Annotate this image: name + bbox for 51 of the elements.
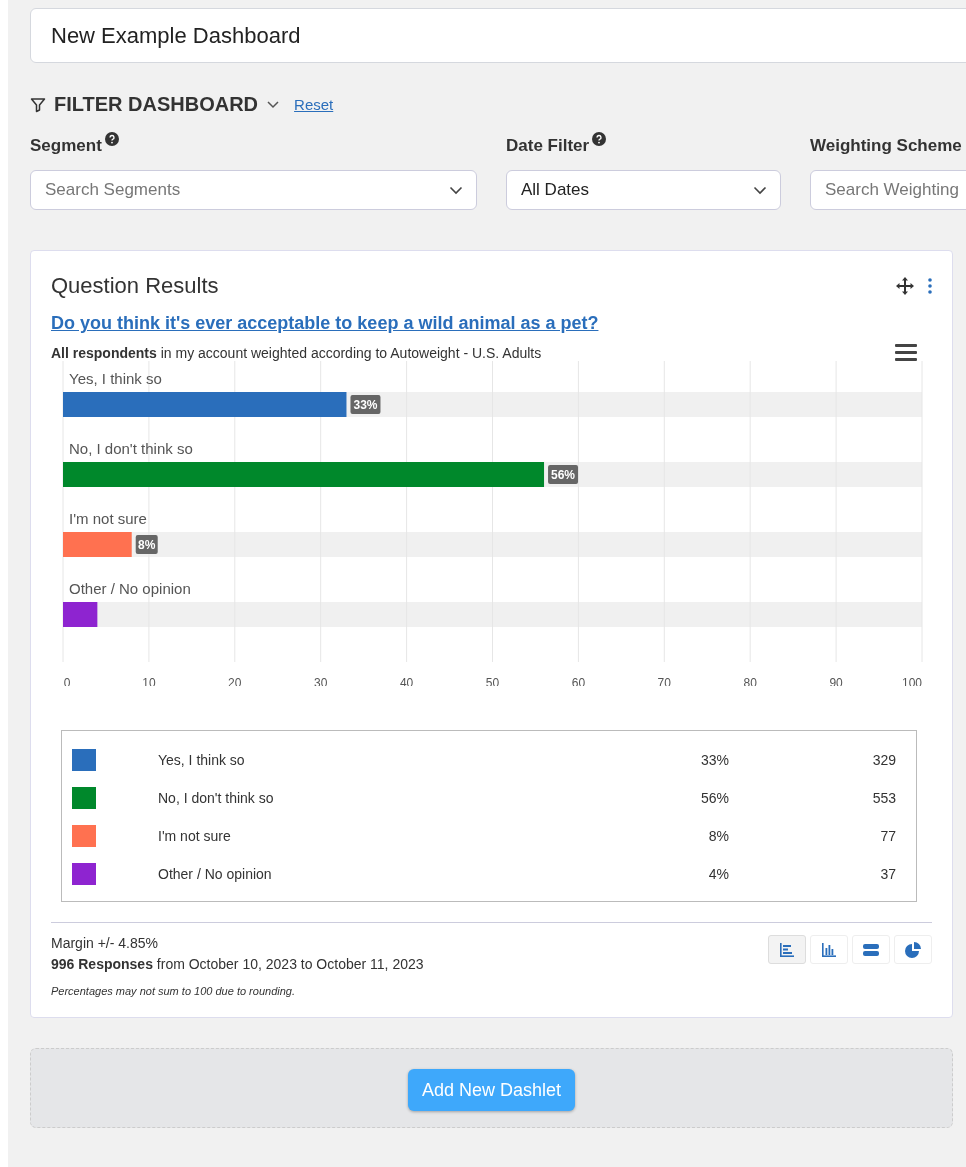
legend-label: No, I don't think so xyxy=(158,790,275,806)
more-options-icon[interactable] xyxy=(928,278,932,294)
responses-text: 996 Responses from October 10, 2023 to October 11, 2023 xyxy=(51,956,424,972)
stacked-bars-icon xyxy=(863,941,879,958)
reset-link[interactable]: Reset xyxy=(294,96,334,113)
legend-count: 77 xyxy=(879,828,896,844)
category-label: No, I don't think so xyxy=(69,440,193,457)
help-icon[interactable] xyxy=(592,132,607,146)
dropdown-field[interactable]: Search Weighting xyxy=(810,170,966,210)
value-label: 33% xyxy=(350,395,381,414)
legend-label: I'm not sure xyxy=(158,828,232,844)
dashlet-title: Question Results xyxy=(51,273,219,299)
dropdown-field[interactable]: Search Segments xyxy=(30,170,477,210)
value-label: 8% xyxy=(135,535,158,554)
category-label: Other / No opinion xyxy=(69,580,191,597)
field-label: Date Filter xyxy=(506,136,590,156)
chart-type-button[interactable] xyxy=(894,935,932,964)
category-label: I'm not sure xyxy=(69,510,147,527)
filter-icon[interactable] xyxy=(30,96,46,113)
legend-percent: 8% xyxy=(707,828,729,844)
pie-chart-icon xyxy=(905,941,921,958)
chevron-down-icon[interactable] xyxy=(753,186,767,195)
horizontal-bars-icon xyxy=(779,941,795,958)
legend-percent: 56% xyxy=(699,790,729,806)
field-label: Segment xyxy=(30,136,102,156)
chevron-down-icon[interactable] xyxy=(266,99,281,110)
dashboard-title-field[interactable]: New Example Dashboard xyxy=(30,8,966,63)
rounding-note: Percentages may not sum to 100 due to rounding. xyxy=(51,985,296,997)
chart-subtitle: All respondents in my account weighted according to Autoweight - U.S. Adults xyxy=(51,345,542,361)
help-icon[interactable] xyxy=(104,132,119,146)
margin-text: Margin +/- 4.85% xyxy=(51,935,159,951)
legend-count: 329 xyxy=(871,752,896,768)
legend-count: 553 xyxy=(871,790,896,806)
legend-percent: 4% xyxy=(707,866,729,882)
dropdown-field[interactable]: All Dates xyxy=(506,170,781,210)
chart-type-button[interactable] xyxy=(768,935,806,964)
legend-label: Yes, I think so xyxy=(158,752,246,768)
value-label: 56% xyxy=(548,465,579,484)
chart-type-button[interactable] xyxy=(810,935,848,964)
legend-label: Other / No opinion xyxy=(158,866,273,882)
legend-count: 37 xyxy=(879,866,896,882)
chart-type-button[interactable] xyxy=(852,935,890,964)
filter-heading: FILTER DASHBOARD xyxy=(54,93,259,116)
legend-percent: 33% xyxy=(699,752,729,768)
chevron-down-icon[interactable] xyxy=(449,186,463,195)
category-label: Yes, I think so xyxy=(69,370,162,387)
field-label: Weighting Scheme xyxy=(810,136,962,156)
move-icon[interactable] xyxy=(896,277,914,295)
vertical-bars-icon xyxy=(821,941,837,958)
menu-icon[interactable] xyxy=(895,344,917,361)
question-link[interactable]: Do you think it's ever acceptable to keep a wild animal as a pet? xyxy=(51,313,599,334)
